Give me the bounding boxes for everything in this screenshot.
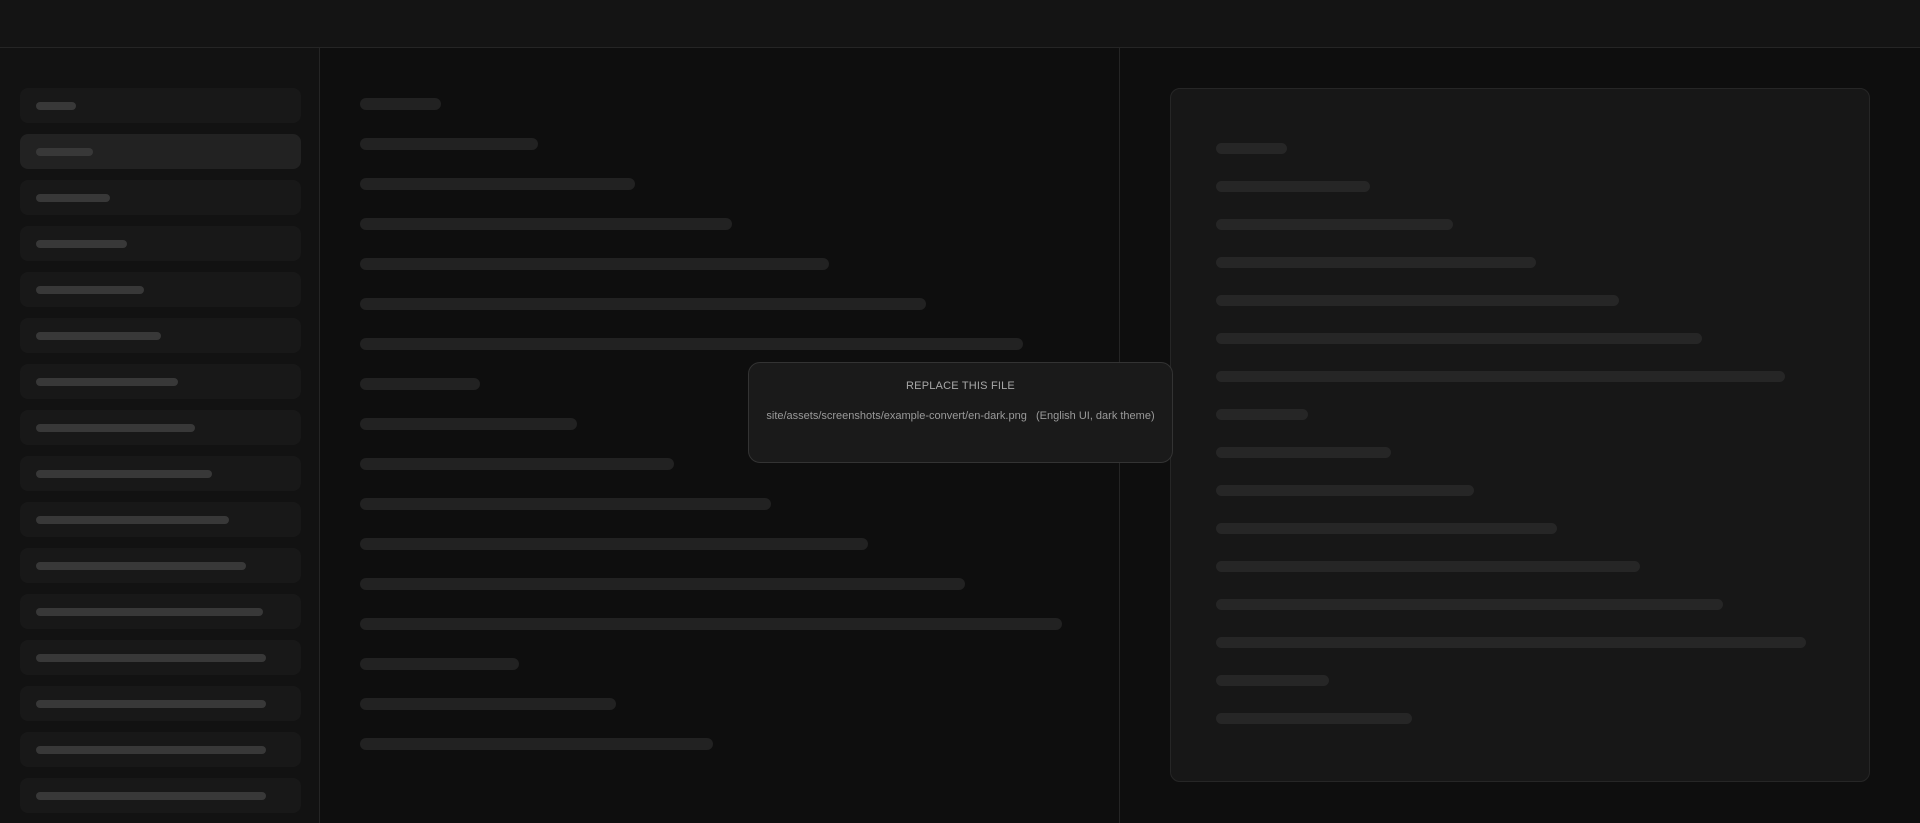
skeleton-line [1216,561,1640,572]
sidebar-item-skeleton[interactable] [20,778,301,813]
skeleton-line [1216,371,1785,382]
skeleton-line [360,578,965,590]
skeleton-line [1216,713,1412,724]
skeleton-label [36,148,93,156]
top-bar [0,0,1920,48]
skeleton-label [36,286,144,294]
skeleton-line [360,498,771,510]
skeleton-line [1216,675,1329,686]
skeleton-line [1216,181,1370,192]
skeleton-line [360,218,732,230]
skeleton-label [36,516,229,524]
sidebar-item-skeleton[interactable] [20,226,301,261]
skeleton-label [36,654,266,662]
skeleton-label [36,562,246,570]
sidebar-item-skeleton[interactable] [20,88,301,123]
sidebar-item-skeleton[interactable] [20,272,301,307]
skeleton-label [36,194,110,202]
skeleton-line [360,418,577,430]
placeholder-path: site/assets/screenshots/example-convert/… [766,410,1027,422]
sidebar-item-skeleton-active[interactable] [20,134,301,169]
skeleton-line [1216,409,1308,420]
skeleton-line [1216,637,1806,648]
skeleton-label [36,700,266,708]
sidebar-item-skeleton[interactable] [20,180,301,215]
skeleton-line [1216,257,1536,268]
skeleton-line [360,298,926,310]
skeleton-line [360,658,519,670]
sidebar-item-skeleton[interactable] [20,594,301,629]
skeleton-line [360,538,868,550]
skeleton-label [36,102,76,110]
skeleton-line [1216,219,1453,230]
skeleton-line [1216,599,1723,610]
sidebar-item-skeleton[interactable] [20,364,301,399]
skeleton-line [1216,447,1391,458]
skeleton-line [360,738,713,750]
skeleton-line [360,458,674,470]
skeleton-label [36,470,212,478]
skeleton-label [36,332,161,340]
skeleton-line [1216,143,1287,154]
preview-panel [1120,48,1920,823]
skeleton-line [360,138,538,150]
placeholder-note: (English UI, dark theme) [1036,410,1155,422]
sidebar-item-skeleton[interactable] [20,502,301,537]
skeleton-line [1216,295,1619,306]
skeleton-line [1216,485,1474,496]
skeleton-label [36,608,263,616]
skeleton-label [36,746,266,754]
preview-card [1170,88,1870,782]
skeleton-line [360,698,616,710]
skeleton-line [360,178,635,190]
placeholder-path-line: site/assets/screenshots/example-convert/… [749,410,1172,422]
skeleton-label [36,378,178,386]
sidebar [0,48,320,823]
skeleton-line [360,378,480,390]
skeleton-line [360,258,829,270]
skeleton-label [36,240,127,248]
skeleton-label [36,792,266,800]
skeleton-line [1216,523,1557,534]
skeleton-line [1216,333,1702,344]
skeleton-label [36,424,195,432]
skeleton-line [360,98,441,110]
sidebar-item-skeleton[interactable] [20,410,301,445]
replace-file-placeholder: REPLACE THIS FILE site/assets/screenshot… [748,362,1173,463]
sidebar-item-skeleton[interactable] [20,640,301,675]
placeholder-title: REPLACE THIS FILE [906,380,1015,392]
sidebar-item-skeleton[interactable] [20,318,301,353]
sidebar-item-skeleton[interactable] [20,686,301,721]
sidebar-item-skeleton[interactable] [20,456,301,491]
skeleton-line [360,338,1023,350]
sidebar-item-skeleton[interactable] [20,548,301,583]
sidebar-item-skeleton[interactable] [20,732,301,767]
skeleton-line [360,618,1062,630]
